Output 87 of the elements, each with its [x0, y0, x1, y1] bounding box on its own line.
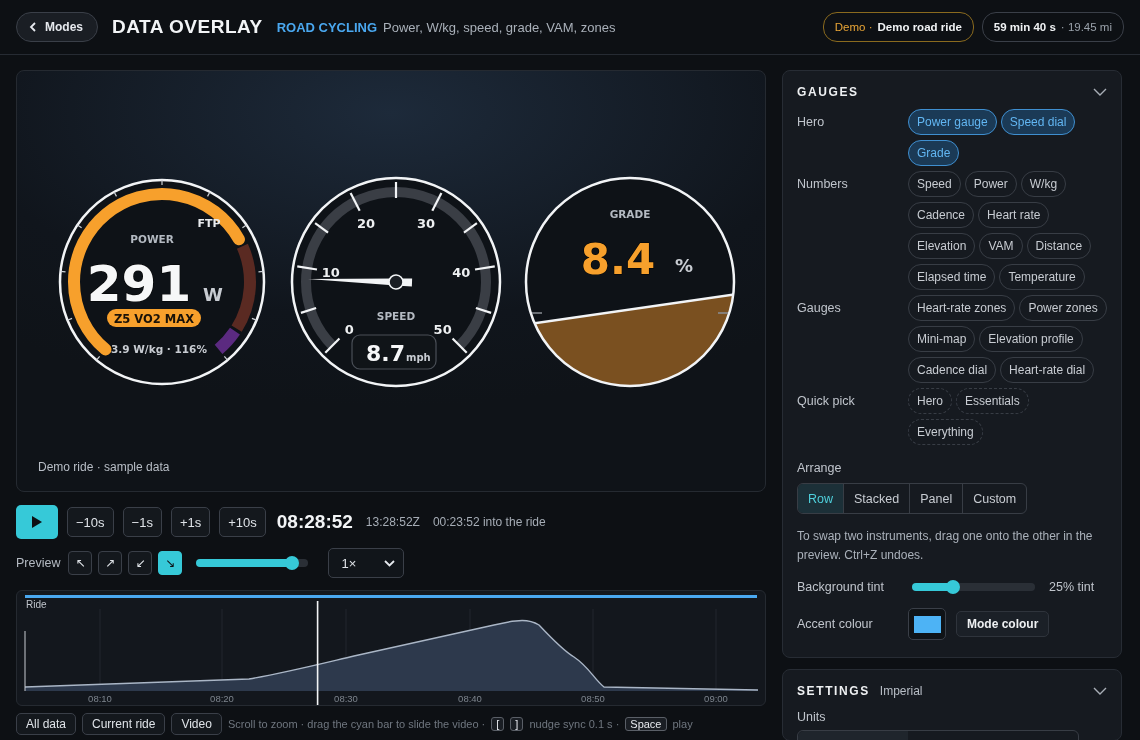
corner-position-button[interactable]: ↙	[128, 551, 153, 575]
grade-value: 8.4	[580, 235, 656, 284]
section-subtitle: Imperial	[879, 684, 923, 698]
demo-label: Demo ·	[834, 21, 873, 33]
gauge-label: GRADE	[609, 208, 651, 220]
skip-button[interactable]: +1s	[170, 507, 211, 537]
time-axis-label: 09:00	[704, 693, 728, 704]
group-label: Hero	[797, 114, 826, 131]
preview-label: Preview	[16, 556, 61, 570]
layout-tab[interactable]: Panel	[909, 484, 963, 513]
dial-tick-label: 40	[452, 264, 471, 280]
key-cap: [	[491, 717, 505, 731]
collapse-chevron-icon[interactable]	[1093, 88, 1107, 96]
grade-unit: %	[675, 255, 694, 276]
group-label: Gauges	[797, 300, 842, 317]
power-unit: W	[203, 284, 223, 305]
time-axis-label: 08:50	[581, 693, 605, 704]
data-range-button[interactable]: All data	[16, 713, 77, 735]
hint-text: Scroll to zoom · drag the cyan bar to slide the video ·	[227, 718, 486, 730]
layout-tab[interactable]: Row	[798, 484, 843, 513]
power-detail: 3.9 W/kg · 116%	[111, 343, 207, 355]
corner-position-button[interactable]: ↖	[68, 551, 93, 575]
play-button[interactable]	[16, 505, 58, 539]
skip-button[interactable]: −10s	[67, 507, 114, 537]
gauge-chip[interactable]: Grade	[908, 140, 960, 166]
slider-thumb[interactable]	[284, 556, 299, 570]
key-cap: ]	[510, 717, 524, 731]
track-label: Ride	[26, 599, 47, 610]
ride-name: Demo road ride	[877, 21, 962, 33]
utc-time: 13:28:52Z	[365, 515, 420, 529]
colour-swatch[interactable]	[908, 608, 946, 640]
help-text: To swap two instruments, drag one onto the other in the preview. Ctrl+Z undoes.	[797, 528, 1094, 564]
gauge-chip[interactable]: Power gauge	[908, 109, 997, 135]
section-title: SETTINGS	[797, 684, 870, 698]
time-axis-label: 08:40	[458, 693, 482, 704]
ride-distance: · 19.45 mi	[1060, 21, 1112, 33]
hint-text: play	[672, 718, 693, 730]
play-icon	[31, 515, 43, 529]
corner-position-button[interactable]: ↗	[98, 551, 123, 575]
data-range-button[interactable]: Video	[171, 713, 222, 735]
tint-label: Background tint	[797, 580, 885, 594]
dial-tick-label: 50	[433, 321, 452, 337]
ftp-label: FTP	[197, 217, 221, 230]
time-axis-label: 08:30	[334, 693, 358, 704]
time-axis-label: 08:20	[210, 693, 234, 704]
ride-duration: 59 min 40 s	[993, 21, 1056, 33]
skip-button[interactable]: +10s	[219, 507, 266, 537]
dial-tick-label: 20	[357, 216, 376, 232]
corner-position-button[interactable]: ↘	[158, 551, 183, 575]
speed-value: 8.7	[366, 341, 405, 366]
time-axis-label: 08:10	[88, 693, 112, 704]
zone-badge: Z5 VO2 MAX	[107, 309, 201, 327]
layout-tab[interactable]: Stacked	[843, 484, 910, 513]
layout-tab[interactable]: Custom	[962, 484, 1027, 513]
hint-text: nudge sync 0.1 s ·	[529, 718, 620, 730]
mode-description: Power, W/kg, speed, grade, VAM, zones	[383, 19, 616, 35]
elapsed-time: 00:23:52 into the ride	[432, 515, 546, 529]
preview-caption: Demo ride · sample data	[38, 460, 170, 474]
mode-label: ROAD CYCLING	[276, 19, 378, 35]
gauge-label: POWER	[130, 233, 174, 245]
playback-speed-select[interactable]: 1×	[328, 548, 405, 578]
dial-tick-label: 30	[416, 216, 435, 232]
collapse-chevron-icon[interactable]	[1093, 687, 1107, 695]
units-label: Units	[797, 710, 827, 724]
key-cap: Space	[625, 717, 667, 731]
tint-slider[interactable]	[912, 583, 1035, 591]
slider-thumb[interactable]	[945, 580, 960, 594]
section-title: GAUGES	[797, 85, 859, 99]
page-title: DATA OVERLAY	[112, 16, 263, 38]
dial-tick-label: 10	[321, 264, 340, 280]
data-range-button[interactable]: Current ride	[82, 713, 166, 735]
skip-button[interactable]: −1s	[122, 507, 162, 537]
tint-reading: 25% tint	[1049, 580, 1095, 594]
gauge-chip[interactable]: Speed dial	[1000, 109, 1076, 135]
group-label: Numbers	[797, 176, 849, 193]
chevron-down-icon	[384, 559, 396, 567]
arrange-label: Arrange	[797, 461, 843, 475]
mode-colour-button[interactable]: Mode colour	[956, 611, 1050, 637]
back-chevron-icon	[29, 22, 37, 32]
back-button[interactable]: Modes	[16, 12, 98, 42]
size-slider[interactable]	[196, 559, 309, 567]
gauge-label: SPEED	[376, 310, 416, 322]
accent-label: Accent colour	[797, 617, 874, 631]
speed-unit: mph	[406, 352, 431, 363]
group-label: Quick pick	[797, 393, 856, 410]
dial-tick-label: 0	[344, 321, 354, 337]
ride-clock: 08:28:52	[276, 511, 353, 533]
